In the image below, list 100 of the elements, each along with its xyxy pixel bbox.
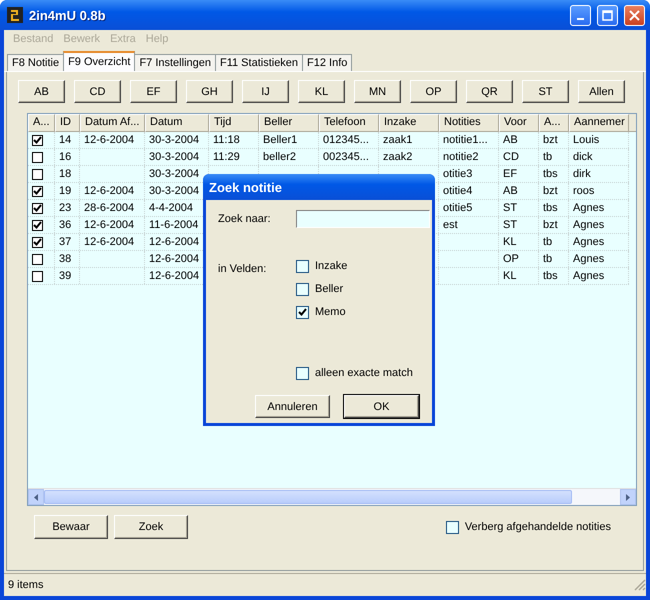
table-cell-text: Agnes xyxy=(572,218,606,233)
table-cell-text: otitie5 xyxy=(442,201,474,216)
table-cell-text: Agnes xyxy=(572,269,606,284)
table-cell-text: Agnes xyxy=(572,252,606,267)
column-header[interactable]: Telefoon xyxy=(319,114,379,132)
minimize-icon xyxy=(577,18,584,20)
tab[interactable]: F12 Info xyxy=(302,54,352,71)
table-cell-text: KL xyxy=(502,235,518,250)
field-label: in Velden: xyxy=(218,262,268,277)
column-header[interactable]: A... xyxy=(28,114,55,132)
header-background xyxy=(629,114,636,132)
dialog-button[interactable]: OK xyxy=(344,395,419,418)
table-cell-text: otitie4 xyxy=(442,184,474,199)
tab[interactable]: F8 Notitie xyxy=(7,54,64,71)
close-button[interactable] xyxy=(624,4,645,26)
column-header[interactable]: ID xyxy=(55,114,80,132)
column-header[interactable]: Aannemer xyxy=(569,114,629,132)
footer-button[interactable]: Bewaar xyxy=(34,515,108,539)
table-cell-text: KL xyxy=(502,269,518,284)
table-cell-text: 012345... xyxy=(322,133,370,148)
scroll-right-button[interactable] xyxy=(620,489,636,505)
checkbox[interactable] xyxy=(296,260,309,273)
tab[interactable]: F9 Overzicht xyxy=(63,51,136,71)
table-cell-text: dirk xyxy=(572,167,592,182)
field-label: Zoek naar: xyxy=(218,212,272,227)
table-cell-text: 19 xyxy=(58,184,72,199)
table-cell-text: 18 xyxy=(58,167,72,182)
column-header[interactable]: Datum Af... xyxy=(80,114,145,132)
table-cell-text: 11:29 xyxy=(212,150,241,165)
table-cell-text: tbs xyxy=(542,201,559,216)
tab[interactable]: F7 Instellingen xyxy=(134,54,216,71)
table-cell-text: 12-6-2004 xyxy=(83,184,136,199)
filter-button[interactable]: MN xyxy=(354,80,401,103)
table-cell-text: 4-4-2004 xyxy=(148,201,194,216)
checkbox[interactable] xyxy=(296,366,309,380)
table-cell-text: bzt xyxy=(542,133,559,148)
filter-button[interactable]: ST xyxy=(522,80,569,103)
resize-grip-icon[interactable] xyxy=(634,579,646,591)
filter-button[interactable]: QR xyxy=(466,80,513,103)
table-cell-text: Agnes xyxy=(572,201,606,216)
table-cell-text: 30-3-2004 xyxy=(148,133,200,148)
table-cell-text: AB xyxy=(502,184,519,199)
dialog-title: Zoek notitie xyxy=(209,180,282,194)
table-cell-text: zaak1 xyxy=(382,133,414,148)
checkbox[interactable] xyxy=(32,202,43,214)
table-cell-text: 30-3-2004 xyxy=(148,150,200,165)
checkbox[interactable] xyxy=(296,282,309,296)
footer-button[interactable]: Zoek xyxy=(114,515,188,539)
table-cell-text: tb xyxy=(542,150,554,165)
table-cell-text: Beller1 xyxy=(262,133,298,148)
tab[interactable]: F11 Statistieken xyxy=(214,54,304,71)
filter-button[interactable]: Allen xyxy=(578,80,625,103)
column-header[interactable]: A... xyxy=(539,114,569,132)
filter-button[interactable]: IJ xyxy=(242,80,289,103)
scrollbar-thumb[interactable] xyxy=(44,490,572,504)
maximize-button[interactable] xyxy=(597,4,618,26)
table-cell-text: OP xyxy=(502,252,520,267)
checkbox[interactable] xyxy=(446,520,459,534)
dialog-button[interactable]: Annuleren xyxy=(255,395,330,418)
search-field[interactable] xyxy=(296,210,430,228)
minimize-button[interactable] xyxy=(570,4,591,26)
column-header[interactable]: Voor xyxy=(499,114,539,132)
table-cell-text: tb xyxy=(542,252,554,267)
checkbox[interactable] xyxy=(32,168,43,180)
column-header[interactable]: Datum xyxy=(145,114,209,132)
table-cell-text: tbs xyxy=(542,167,559,182)
filter-button[interactable]: KL xyxy=(298,80,345,103)
table-cell-text: beller2 xyxy=(262,150,298,165)
checkbox-label: Inzake xyxy=(315,260,348,272)
table-cell-text: 39 xyxy=(58,269,72,284)
table-cell-text: 11:18 xyxy=(212,133,241,148)
checkbox[interactable] xyxy=(32,134,43,146)
column-header[interactable]: Tijd xyxy=(209,114,259,132)
column-header[interactable]: Notities xyxy=(439,114,499,132)
checkbox[interactable] xyxy=(32,270,43,282)
column-header[interactable]: Inzake xyxy=(379,114,439,132)
checkbox[interactable] xyxy=(32,254,43,264)
table-cell-text: 16 xyxy=(58,150,72,165)
checkbox[interactable] xyxy=(32,220,43,230)
table-cell-text: tb xyxy=(542,235,554,250)
filter-button[interactable]: OP xyxy=(410,80,457,103)
checkbox[interactable] xyxy=(32,152,43,162)
filter-button[interactable]: EF xyxy=(130,80,177,103)
filter-button[interactable]: AB xyxy=(18,80,65,103)
checkbox[interactable] xyxy=(296,306,309,319)
filter-button[interactable]: GH xyxy=(186,80,233,103)
table-cell-text: tbs xyxy=(542,269,559,284)
table-cell-text: 38 xyxy=(58,252,72,267)
app-icon xyxy=(7,7,23,23)
column-header[interactable]: Beller xyxy=(259,114,319,132)
checkbox[interactable] xyxy=(32,236,43,248)
table-cell-text: ST xyxy=(502,218,518,233)
table-cell-text: notitie2 xyxy=(442,150,480,165)
table-cell-text: 12-6-2004 xyxy=(148,235,200,250)
filter-button[interactable]: CD xyxy=(74,80,121,103)
scroll-left-button[interactable] xyxy=(28,489,44,505)
checkbox[interactable] xyxy=(32,186,43,196)
table-cell-text: notitie1... xyxy=(442,133,489,148)
close-icon xyxy=(629,10,640,20)
table-cell-text: bzt xyxy=(542,218,559,233)
